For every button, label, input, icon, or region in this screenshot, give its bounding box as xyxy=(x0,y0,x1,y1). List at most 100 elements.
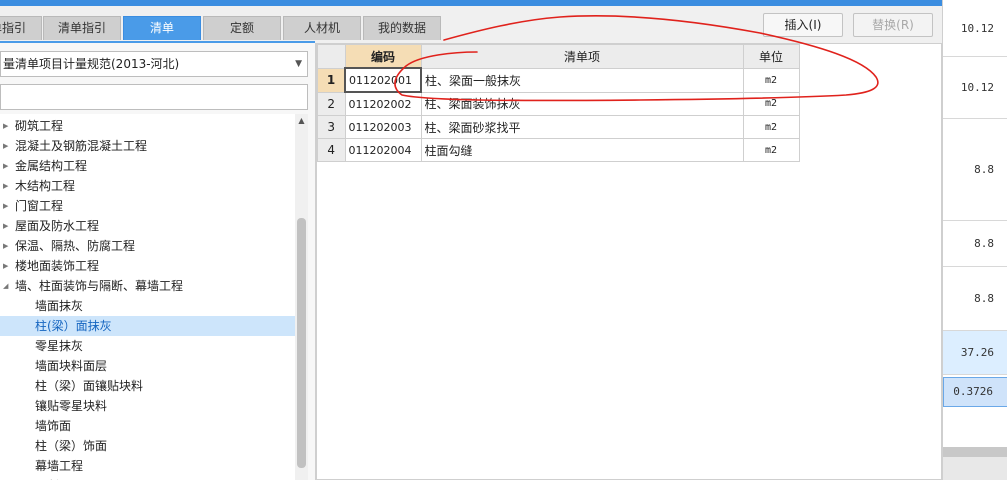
chevron-down-icon[interactable]: ▼ xyxy=(295,52,302,76)
tree-item[interactable]: 柱（梁）面镶贴块料 xyxy=(0,376,295,396)
row-number[interactable]: 1 xyxy=(317,67,346,93)
tree-item-label: 楼地面装饰工程 xyxy=(15,259,100,273)
tree-item[interactable]: ▶ 金属结构工程 xyxy=(0,156,295,176)
expand-arrow-icon[interactable]: ▶ xyxy=(3,216,8,236)
expand-arrow-icon[interactable]: ▶ xyxy=(3,176,8,196)
tree-item[interactable]: ▶ 门窗工程 xyxy=(0,196,295,216)
tree-item[interactable]: ▶ 砌筑工程 xyxy=(0,116,295,136)
quantity-cell[interactable]: 37.26 xyxy=(943,331,1007,375)
tree-item-label: 保温、隔热、防腐工程 xyxy=(15,239,136,253)
tab-qingdan-zhiyin-2[interactable]: 清单指引 xyxy=(43,16,121,40)
quantity-cell[interactable]: 8.8 xyxy=(943,119,1007,221)
tree-item[interactable]: 墙面抹灰 xyxy=(0,296,295,316)
table-row[interactable]: 4 011202004 柱面勾缝 m2 xyxy=(317,138,800,162)
expand-arrow-icon[interactable]: ▶ xyxy=(3,136,8,156)
tree-item[interactable]: 幕墙工程 xyxy=(0,456,295,476)
tree-item[interactable]: ▶ 屋面及防水工程 xyxy=(0,216,295,236)
tree-item[interactable]: ▶ 保温、隔热、防腐工程 xyxy=(0,236,295,256)
expand-arrow-icon[interactable]: ▶ xyxy=(3,156,8,176)
tree-item-label: 墙、柱面装饰与隔断、幕墙工程 xyxy=(15,279,184,293)
tree-item-label: 混凝土及钢筋混凝土工程 xyxy=(15,139,148,153)
tree-item-label: 墙面块料面层 xyxy=(35,359,108,373)
quantity-cell-selected[interactable]: 0.3726 xyxy=(943,377,1007,407)
tree-item-label: 镶贴零星块料 xyxy=(35,399,108,413)
table-row[interactable]: 2 011202002 柱、梁面装饰抹灰 m2 xyxy=(317,91,800,116)
tab-rencaiji[interactable]: 人材机 xyxy=(283,16,361,40)
unit-cell[interactable]: m2 xyxy=(742,67,800,93)
quantity-cell[interactable]: 8.8 xyxy=(943,267,1007,331)
scroll-thumb[interactable] xyxy=(297,218,306,468)
status-area xyxy=(943,457,1007,480)
horizontal-scrollbar[interactable] xyxy=(943,447,1007,457)
unit-cell[interactable]: m2 xyxy=(742,138,800,162)
column-header-unit[interactable]: 单位 xyxy=(742,44,800,69)
expanded-arrow-icon[interactable]: ◢ xyxy=(3,276,8,296)
unit-cell[interactable]: m2 xyxy=(742,115,800,139)
tree-item-label: 柱（梁）面镶贴块料 xyxy=(35,379,144,393)
scroll-up-icon[interactable]: ▲ xyxy=(295,114,308,128)
name-cell[interactable]: 柱、梁面一般抹灰 xyxy=(420,67,744,93)
expand-arrow-icon[interactable]: ▶ xyxy=(3,116,8,136)
expand-arrow-icon[interactable]: ▶ xyxy=(3,256,8,276)
standard-select-value: 量清单项目计量规范(2013-河北) xyxy=(3,57,180,71)
tree-item-label: 砌筑工程 xyxy=(15,119,64,133)
tree-item[interactable]: 柱（梁）饰面 xyxy=(0,436,295,456)
tab-strip: 清单指引 清单指引 清单 定额 人材机 我的数据 xyxy=(0,16,445,41)
tab-qingdan-zhiyin-1[interactable]: 清单指引 xyxy=(0,16,42,40)
corner-header[interactable] xyxy=(317,44,346,69)
tree-item-label: 柱（梁）饰面 xyxy=(35,439,108,453)
tree-item-label: 墙面抹灰 xyxy=(35,299,84,313)
bill-items-grid: 编码 清单项 单位 1 011202001 柱、梁面一般抹灰 m2 2 0112… xyxy=(317,44,800,162)
bill-items-grid-pane: 编码 清单项 单位 1 011202001 柱、梁面一般抹灰 m2 2 0112… xyxy=(316,43,942,480)
column-header-name[interactable]: 清单项 xyxy=(420,44,744,69)
name-cell[interactable]: 柱、梁面砂浆找平 xyxy=(420,115,744,139)
chapter-tree: ▶ 砌筑工程 ▶ 混凝土及钢筋混凝土工程 ▶ 金属结构工程 ▶ 木结构工程 ▶ 门窗工程 ▶ 屋面及防… xyxy=(0,114,295,480)
window-top-bar xyxy=(0,0,1007,6)
left-pane: 量清单项目计量规范(2013-河北) ▼ ▶ 砌筑工程 ▶ 混凝土及钢筋混凝土工程 ▶ 金… xyxy=(0,43,316,480)
tree-scrollbar[interactable]: ▲ xyxy=(295,114,308,480)
name-cell[interactable]: 柱面勾缝 xyxy=(420,138,744,162)
tree-item[interactable]: ◢ 墙、柱面装饰与隔断、幕墙工程 xyxy=(0,276,295,296)
tree-item-label: 隔断 xyxy=(35,476,59,480)
tree-item-label: 木结构工程 xyxy=(15,179,76,193)
background-quantity-column: 10.12 10.12 8.8 8.8 8.8 37.26 0.3726 xyxy=(942,0,1007,480)
tree-item[interactable]: 柱(梁）面抹灰 xyxy=(0,316,295,336)
table-row[interactable]: 3 011202003 柱、梁面砂浆找平 m2 xyxy=(317,115,800,139)
tree-item[interactable]: ▶ 楼地面装饰工程 xyxy=(0,256,295,276)
quantity-cell[interactable]: 8.8 xyxy=(943,221,1007,267)
tree-item-label: 门窗工程 xyxy=(15,199,64,213)
code-cell[interactable]: 011202001 xyxy=(344,67,422,93)
tree-item[interactable]: 墙饰面 xyxy=(0,416,295,436)
row-number[interactable]: 2 xyxy=(317,91,346,116)
tree-item[interactable]: 零星抹灰 xyxy=(0,336,295,356)
quantity-cell[interactable]: 10.12 xyxy=(943,0,1007,57)
tree-item[interactable]: ▶ 混凝土及钢筋混凝土工程 xyxy=(0,136,295,156)
quantity-cell[interactable]: 10.12 xyxy=(943,57,1007,119)
tree-item[interactable]: 墙面块料面层 xyxy=(0,356,295,376)
tab-qingdan[interactable]: 清单 xyxy=(123,16,201,40)
code-cell[interactable]: 011202004 xyxy=(344,138,422,162)
replace-button[interactable]: 替换(R) xyxy=(853,13,933,37)
tree-item[interactable]: 隔断 xyxy=(0,476,295,480)
insert-button[interactable]: 插入(I) xyxy=(763,13,843,37)
standard-select[interactable]: 量清单项目计量规范(2013-河北) ▼ xyxy=(0,51,308,77)
tab-dinge[interactable]: 定额 xyxy=(203,16,281,40)
table-row[interactable]: 1 011202001 柱、梁面一般抹灰 m2 xyxy=(317,67,800,93)
tree-item[interactable]: ▶ 木结构工程 xyxy=(0,176,295,196)
tree-item-label: 墙饰面 xyxy=(35,419,72,433)
row-number[interactable]: 4 xyxy=(317,138,346,162)
tree-item[interactable]: 镶贴零星块料 xyxy=(0,396,295,416)
search-input[interactable] xyxy=(0,84,308,110)
row-number[interactable]: 3 xyxy=(317,115,346,139)
code-cell[interactable]: 011202003 xyxy=(344,115,422,139)
name-cell[interactable]: 柱、梁面装饰抹灰 xyxy=(420,91,744,116)
expand-arrow-icon[interactable]: ▶ xyxy=(3,196,8,216)
expand-arrow-icon[interactable]: ▶ xyxy=(3,236,8,256)
tree-item-label: 金属结构工程 xyxy=(15,159,88,173)
tab-my-data[interactable]: 我的数据 xyxy=(363,16,441,40)
tree-item-label: 屋面及防水工程 xyxy=(15,219,100,233)
code-cell[interactable]: 011202002 xyxy=(344,91,422,116)
unit-cell[interactable]: m2 xyxy=(742,91,800,116)
tree-item-label: 零星抹灰 xyxy=(35,339,84,353)
column-header-code[interactable]: 编码 xyxy=(344,44,422,69)
